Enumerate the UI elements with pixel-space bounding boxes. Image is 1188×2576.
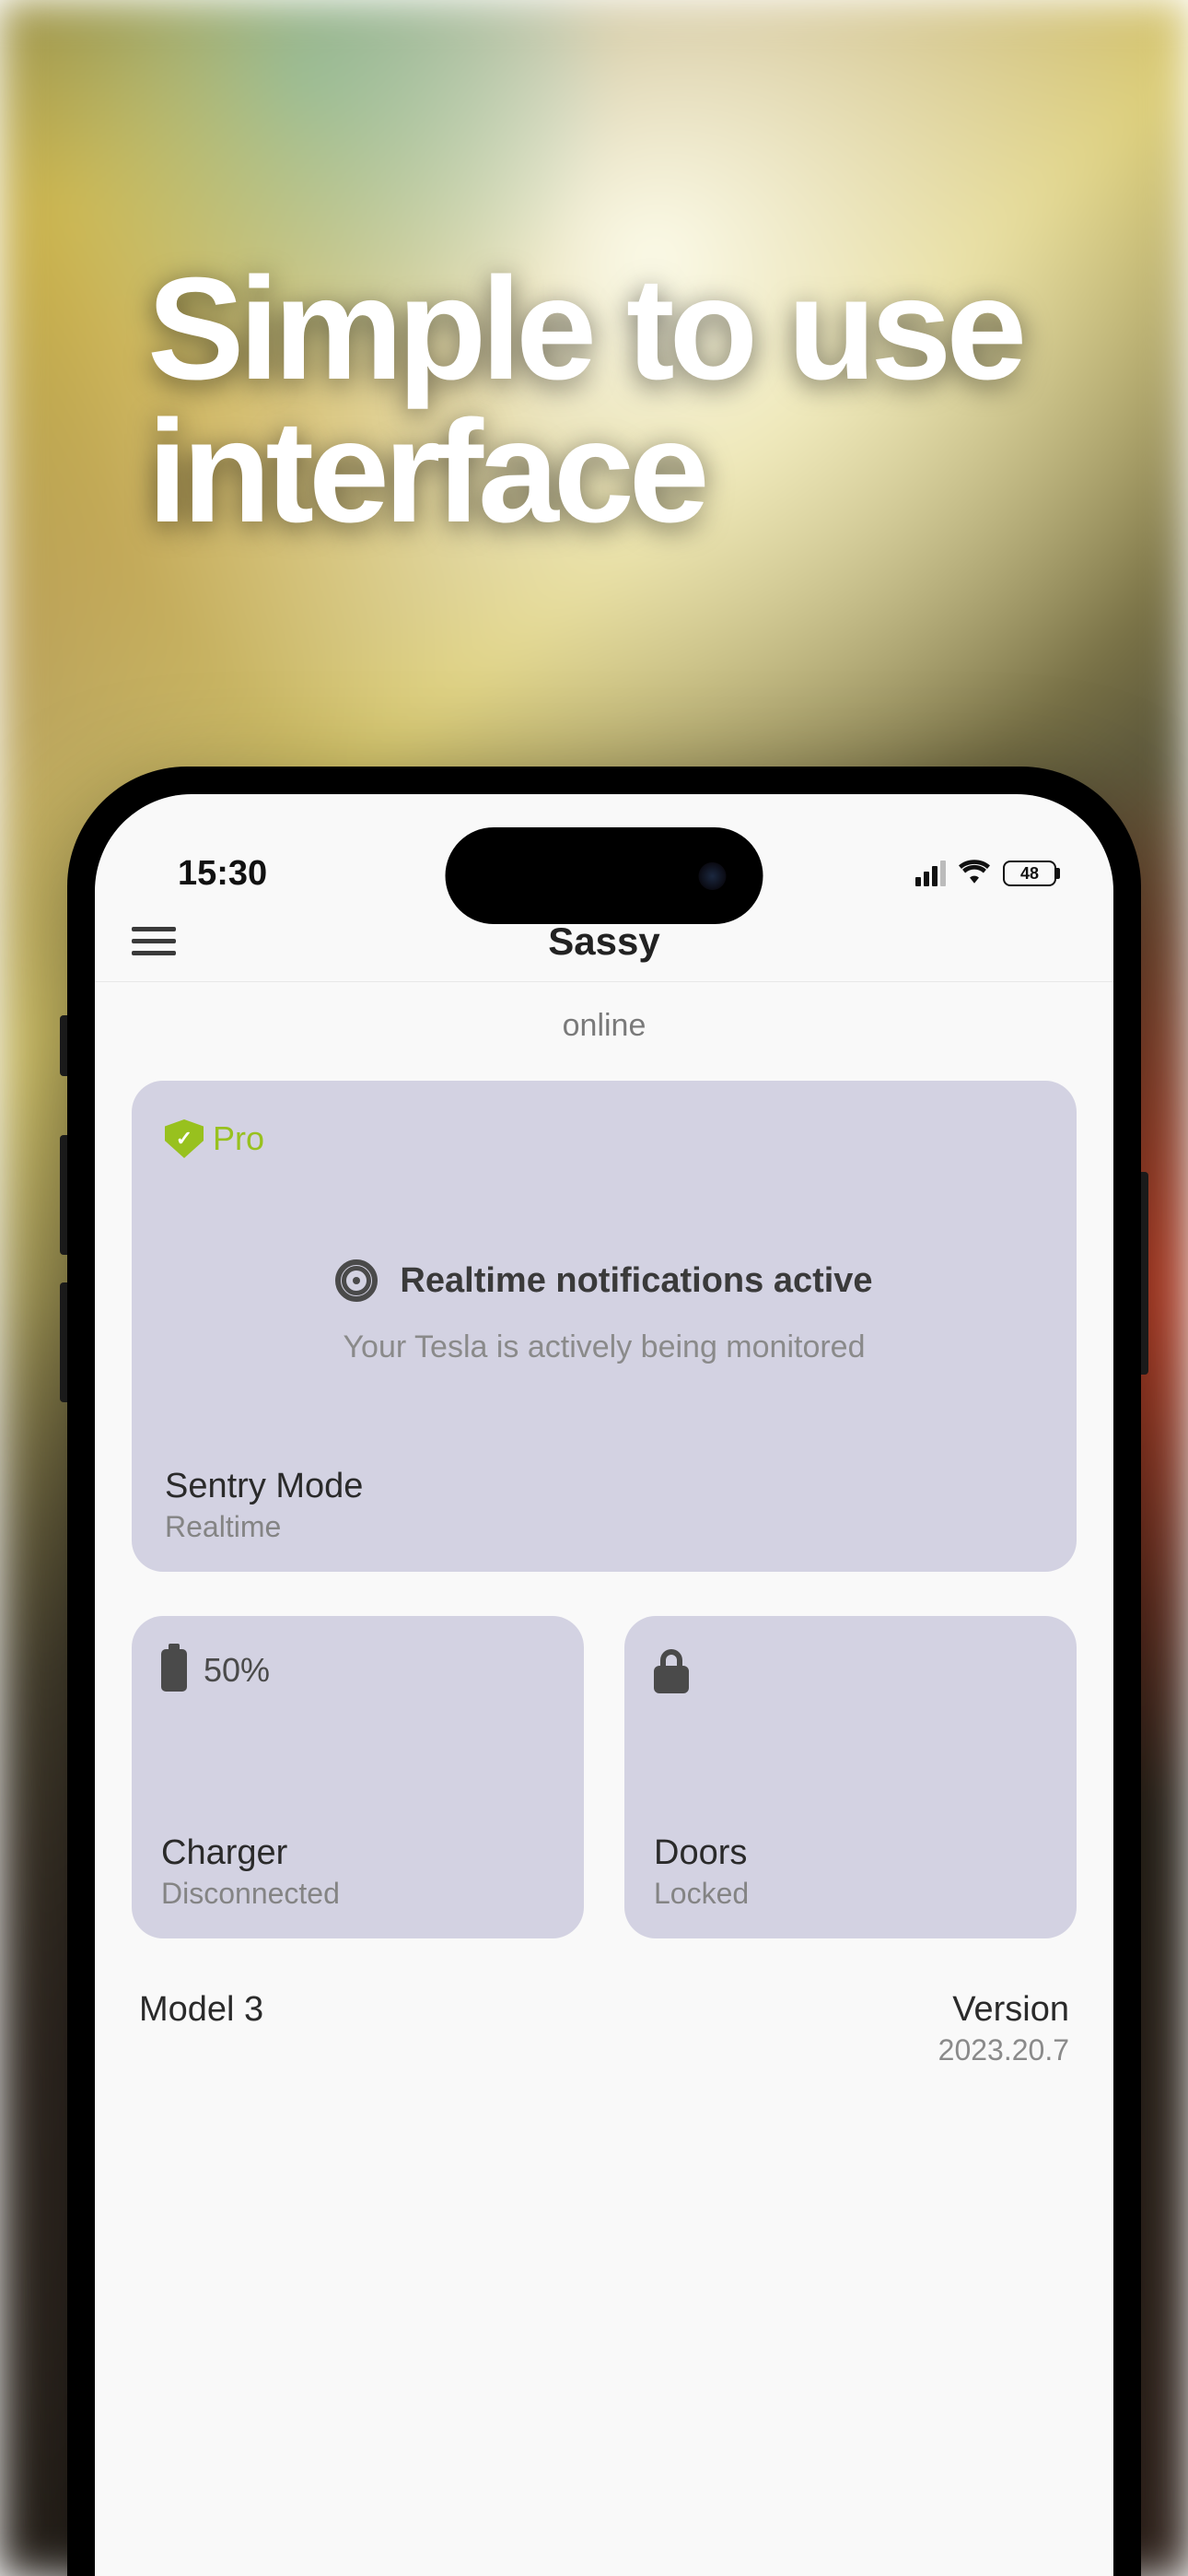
dynamic-island bbox=[446, 827, 763, 924]
sentry-mode-card[interactable]: Pro Realtime notifications active Your T… bbox=[132, 1081, 1077, 1572]
version-value: 2023.20.7 bbox=[938, 2033, 1069, 2067]
headline-line-1: Simple to use bbox=[147, 258, 1021, 401]
cellular-signal-icon bbox=[915, 861, 946, 886]
footer-row: Model 3 Version 2023.20.7 bbox=[132, 1990, 1077, 2067]
status-time: 15:30 bbox=[178, 854, 267, 894]
battery-percent: 48 bbox=[1020, 864, 1039, 884]
shield-check-icon bbox=[165, 1119, 204, 1158]
battery-icon bbox=[161, 1649, 187, 1692]
doors-card[interactable]: Doors Locked bbox=[624, 1616, 1077, 1938]
card-sublabel: Realtime bbox=[165, 1510, 1043, 1544]
side-button bbox=[1141, 1172, 1148, 1375]
connection-status: online bbox=[132, 1008, 1077, 1044]
card-sublabel: Locked bbox=[654, 1877, 1047, 1911]
notification-title: Realtime notifications active bbox=[400, 1261, 872, 1301]
charger-card[interactable]: 50% Charger Disconnected bbox=[132, 1616, 584, 1938]
pro-badge: Pro bbox=[165, 1119, 1043, 1158]
phone-screen: 15:30 48 Sassy online bbox=[95, 794, 1113, 2576]
phone-frame: 15:30 48 Sassy online bbox=[67, 767, 1141, 2576]
battery-percent-value: 50% bbox=[204, 1651, 270, 1690]
card-label: Doors bbox=[654, 1833, 1047, 1873]
headline-line-2: interface bbox=[147, 401, 1021, 544]
notification-subtitle: Your Tesla is actively being monitored bbox=[165, 1329, 1043, 1365]
card-label: Sentry Mode bbox=[165, 1467, 1043, 1506]
battery-indicator: 48 bbox=[1003, 861, 1056, 886]
notification-row: Realtime notifications active bbox=[165, 1259, 1043, 1302]
side-button bbox=[60, 1282, 67, 1402]
card-label: Charger bbox=[161, 1833, 554, 1873]
vehicle-model: Model 3 bbox=[139, 1990, 263, 2067]
marketing-headline: Simple to use interface bbox=[147, 258, 1021, 544]
version-label: Version bbox=[938, 1990, 1069, 2030]
main-content: online Pro Realtime notifications active… bbox=[95, 982, 1113, 2067]
card-sublabel: Disconnected bbox=[161, 1877, 554, 1911]
wifi-icon bbox=[959, 857, 990, 891]
lock-icon bbox=[654, 1649, 689, 1693]
cards-row: 50% Charger Disconnected bbox=[132, 1616, 1077, 1938]
target-icon bbox=[335, 1259, 378, 1302]
camera-dot bbox=[699, 862, 727, 890]
status-icons: 48 bbox=[915, 857, 1056, 891]
pro-label: Pro bbox=[213, 1119, 264, 1158]
side-button bbox=[60, 1015, 67, 1076]
app-title: Sassy bbox=[95, 919, 1113, 964]
side-button bbox=[60, 1135, 67, 1255]
